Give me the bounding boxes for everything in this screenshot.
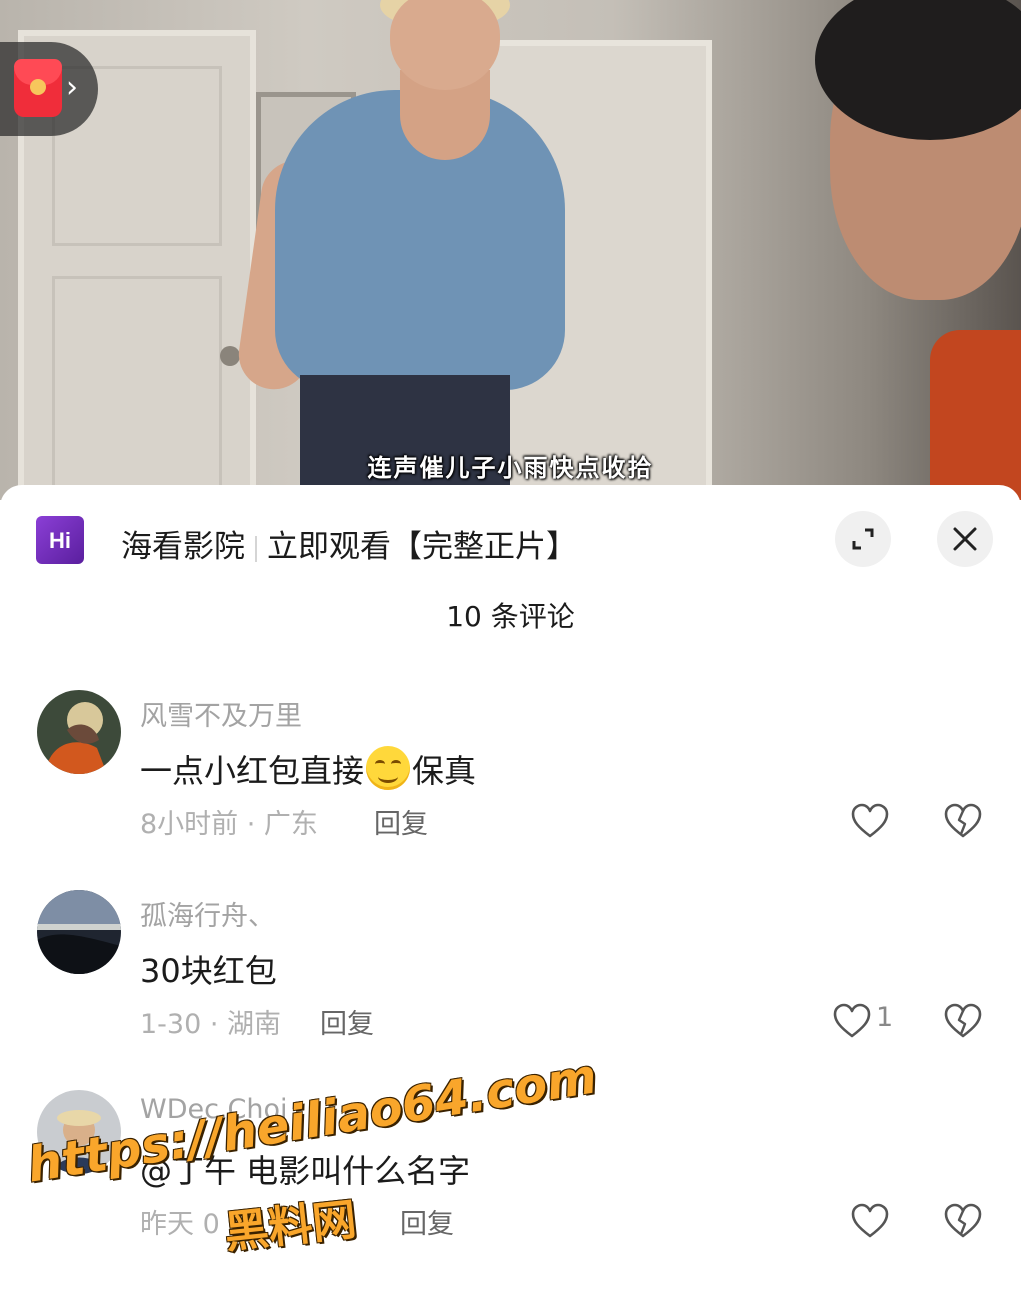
promo-banner[interactable]: 海看影院 立即观看【完整正片】 xyxy=(121,521,577,566)
promo-text: 立即观看【完整正片】 xyxy=(267,529,577,565)
reply-button[interactable]: 回复 xyxy=(400,1202,454,1241)
video-subtitle: 连声催儿子小雨快点收拾 xyxy=(367,454,654,482)
comment-text: 一点小红包直接 保真 xyxy=(140,746,476,792)
comment-text: 30块红包 xyxy=(140,952,277,990)
comment-meta: 昨天 0 xyxy=(140,1209,220,1240)
video-scene-man xyxy=(810,0,1021,500)
comment-meta: 1-30 · 湖南 xyxy=(140,1009,282,1040)
comment-count: 10 条评论 xyxy=(446,600,575,633)
reply-button[interactable]: 回复 xyxy=(374,802,428,841)
app-logo-icon[interactable]: Hi xyxy=(36,516,84,564)
video-scene-woman xyxy=(234,0,570,500)
chevron-right-icon: › xyxy=(66,70,78,105)
comment-text-part: 保真 xyxy=(412,752,477,790)
video-player[interactable]: 连声催儿子小雨快点收拾 › xyxy=(0,0,1021,500)
comment-text: @丁午 电影叫什么名字 xyxy=(140,1152,471,1190)
comment-item: WDec.Choi @丁午 电影叫什么名字 昨天 0 回复 xyxy=(0,1090,1021,1290)
divider xyxy=(255,535,257,562)
broken-heart-icon[interactable] xyxy=(943,802,983,840)
heart-icon[interactable] xyxy=(850,802,890,840)
comment-sheet: Hi 海看影院 立即观看【完整正片】 10 条评论 风雪不及万里 一点小红包直接… xyxy=(0,485,1021,1280)
avatar[interactable] xyxy=(37,690,121,774)
comment-item: 风雪不及万里 一点小红包直接 保真 8小时前 · 广东 回复 xyxy=(0,690,1021,890)
comment-username[interactable]: WDec.Choi xyxy=(140,1094,288,1125)
comment-meta: 8小时前 · 广东 xyxy=(140,809,318,840)
expand-icon xyxy=(852,528,874,550)
comment-text-part: 一点小红包直接 xyxy=(140,752,365,790)
broken-heart-icon[interactable] xyxy=(943,1002,983,1040)
avatar[interactable] xyxy=(37,890,121,974)
close-icon xyxy=(953,527,977,551)
broken-heart-icon[interactable] xyxy=(943,1202,983,1240)
sheet-header: Hi 海看影院 立即观看【完整正片】 xyxy=(0,485,1021,595)
red-envelope-icon xyxy=(14,59,62,117)
heart-icon[interactable] xyxy=(850,1202,890,1240)
heart-icon[interactable] xyxy=(832,1002,872,1040)
avatar[interactable] xyxy=(37,1090,121,1174)
comment-username[interactable]: 风雪不及万里 xyxy=(140,694,302,733)
comment-item: 孤海行舟、 30块红包 1-30 · 湖南 回复 1 xyxy=(0,890,1021,1090)
expand-button[interactable] xyxy=(835,511,891,567)
reply-button[interactable]: 回复 xyxy=(320,1002,374,1041)
grin-emoji-icon xyxy=(366,746,411,790)
app-name: 海看影院 xyxy=(121,529,245,565)
red-envelope-button[interactable]: › xyxy=(0,42,98,136)
close-button[interactable] xyxy=(937,511,993,567)
like-count: 1 xyxy=(876,1002,894,1033)
comment-username[interactable]: 孤海行舟、 xyxy=(140,894,275,933)
